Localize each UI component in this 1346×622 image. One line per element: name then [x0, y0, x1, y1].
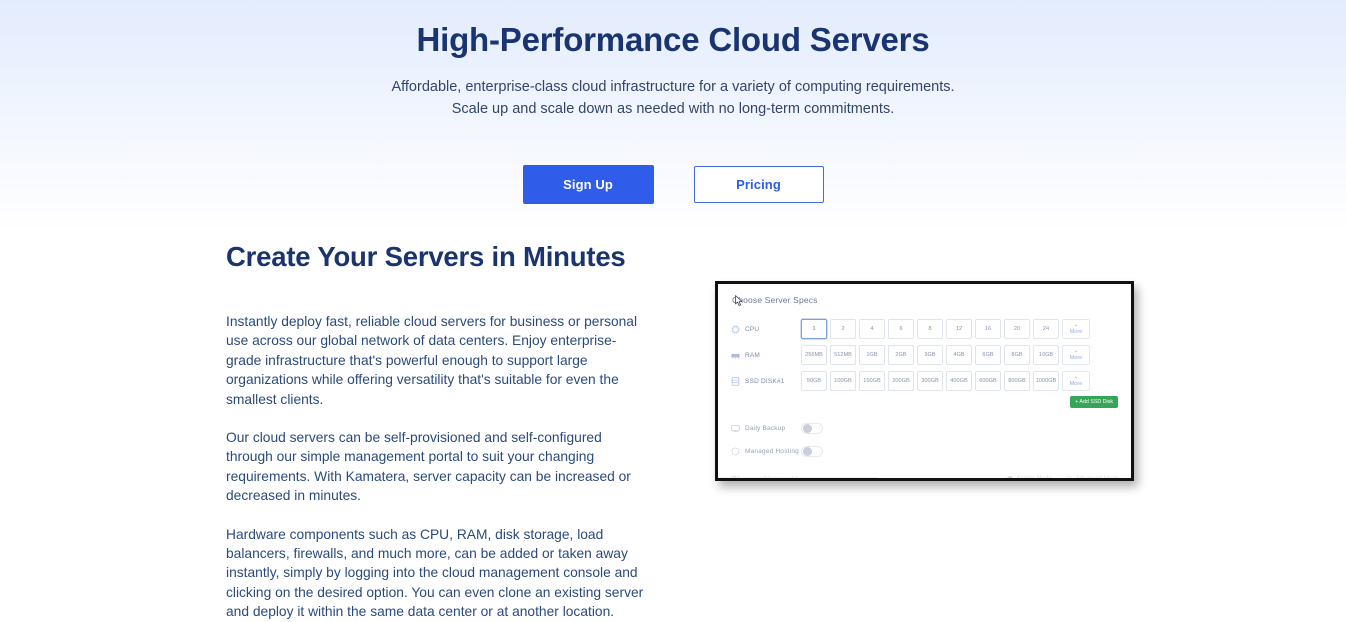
ram-options: 256MB 512MB 1GB 2GB 3GB 4GB 6GB 8GB 10GB…	[801, 345, 1090, 365]
ssd-option-600gb[interactable]: 600GB	[975, 371, 1001, 391]
section-title: Create Your Servers in Minutes	[226, 241, 626, 272]
disk-icon	[731, 376, 740, 386]
ssd-option-400gb[interactable]: 400GB	[946, 371, 972, 391]
cpu-options: 1 2 4 6 8 12 16 20 24 + More	[735, 295, 1090, 339]
spec-row-ram: RAM 256MB 512MB 1GB 2GB 3GB 4GB 6GB 8GB …	[731, 344, 1119, 366]
ram-more-label: More	[1069, 355, 1083, 361]
ram-option-8gb[interactable]: 8GB	[1004, 345, 1030, 365]
ssd-options: 50GB 100GB 150GB 200GB 300GB 400GB 600GB…	[801, 371, 1090, 391]
toggle-knob	[802, 447, 812, 456]
ram-option-1gb[interactable]: 1GB	[859, 345, 885, 365]
ssd-option-50gb[interactable]: 50GB	[801, 371, 827, 391]
pricing-button[interactable]: Pricing	[693, 166, 824, 203]
ssd-more-button[interactable]: + More	[1062, 371, 1090, 391]
radio-advanced-mode[interactable]: Advanced Mode	[1065, 476, 1119, 481]
spec-row-ssd-disk: SSD DISK#1 50GB 100GB 150GB 200GB 300GB …	[731, 370, 1119, 392]
cpu-option-2[interactable]: 2	[830, 319, 856, 339]
daily-backup-toggle[interactable]	[801, 422, 823, 434]
content-section: Create Your Servers in Minutes Instantly…	[0, 240, 1346, 622]
add-disk-row: + Add SSD Disk	[731, 396, 1119, 408]
ram-option-3gb[interactable]: 3GB	[917, 345, 943, 365]
cpu-chip-icon	[731, 325, 740, 334]
cpu-option-16[interactable]: 16	[975, 319, 1001, 339]
hero-subtitle-line-2: Scale up and scale down as needed with n…	[451, 101, 895, 117]
hero-section: High-Performance Cloud Servers Affordabl…	[0, 0, 1346, 204]
cpu-option-24[interactable]: 24	[1033, 319, 1059, 339]
add-ssd-disk-button[interactable]: + Add SSD Disk	[1070, 396, 1118, 408]
radio-label-advanced-mode: Advanced Mode	[1075, 476, 1119, 481]
managed-hosting-icon	[731, 446, 740, 456]
options-toggles: Daily Backup Managed Hosting	[731, 418, 1119, 461]
toggle-row-managed-hosting: Managed Hosting	[731, 441, 1119, 461]
cpu-option-4[interactable]: 4	[859, 319, 885, 339]
cpu-option-6[interactable]: 6	[888, 319, 914, 339]
spec-label-text-ram: RAM	[745, 351, 761, 359]
ssd-option-1000gb[interactable]: 1000GB	[1033, 371, 1059, 391]
ram-option-10gb[interactable]: 10GB	[1033, 345, 1059, 365]
toggle-row-daily-backup: Daily Backup	[731, 418, 1119, 438]
radio-dot-icon	[1006, 476, 1013, 478]
ssd-option-200gb[interactable]: 200GB	[888, 371, 914, 391]
ssd-option-300gb[interactable]: 300GB	[917, 371, 943, 391]
sign-up-button[interactable]: Sign Up	[522, 165, 654, 204]
ssd-option-800gb[interactable]: 800GB	[1004, 371, 1030, 391]
networking-mode-radios: Simple Mode Advanced Mode	[1006, 476, 1119, 481]
hero-subtitle: Affordable, enterprise-class cloud infra…	[0, 76, 1346, 120]
hero-actions: Sign Up Pricing	[0, 165, 1346, 204]
spec-label-cpu: CPU	[731, 325, 801, 334]
cpu-option-20[interactable]: 20	[1004, 319, 1030, 339]
backup-icon	[731, 424, 740, 433]
ram-option-4gb[interactable]: 4GB	[946, 345, 972, 365]
ram-option-256mb[interactable]: 256MB	[801, 345, 827, 365]
content-text-column: Instantly deploy fast, reliable cloud se…	[226, 312, 646, 622]
spec-label-text-ssd: SSD DISK#1	[745, 377, 785, 385]
panel-bottom-divider	[718, 477, 878, 478]
spec-row-cpu: CPU 1 2 4 6 8 12 16 20 24 + More	[731, 295, 1119, 340]
radio-simple-mode[interactable]: Simple Mode	[1006, 476, 1052, 481]
spec-label-ssd-disk: SSD DISK#1	[731, 376, 801, 386]
toggle-knob	[802, 424, 812, 433]
cpu-more-label: More	[1069, 329, 1083, 335]
ram-more-button[interactable]: + More	[1062, 345, 1090, 365]
ssd-option-150gb[interactable]: 150GB	[859, 371, 885, 391]
cpu-option-12[interactable]: 12	[946, 319, 972, 339]
cpu-option-1[interactable]: 1	[801, 319, 827, 339]
ssd-option-100gb[interactable]: 100GB	[830, 371, 856, 391]
radio-dot-icon	[1065, 476, 1072, 478]
spec-label-text-cpu: CPU	[745, 325, 760, 333]
paragraph-3: Hardware components such as CPU, RAM, di…	[226, 526, 644, 620]
choose-server-specs-title: Choose Server Specs	[732, 295, 818, 305]
radio-label-simple-mode: Simple Mode	[1016, 476, 1052, 481]
spec-label-ram: RAM	[731, 351, 801, 360]
ram-option-6gb[interactable]: 6GB	[975, 345, 1001, 365]
server-spec-panel: Choose Server Specs CPU 1 2 4 6 8 12 16 …	[718, 284, 1131, 478]
cpu-option-8[interactable]: 8	[917, 319, 943, 339]
toggle-text-managed-hosting: Managed Hosting	[745, 447, 799, 455]
toggle-label-managed-hosting: Managed Hosting	[731, 446, 801, 456]
memory-stick-icon	[731, 351, 740, 360]
paragraph-2: Our cloud servers can be self-provisione…	[226, 430, 631, 504]
cpu-more-button[interactable]: + More	[1062, 319, 1090, 339]
managed-hosting-toggle[interactable]	[801, 445, 823, 457]
page-title: High-Performance Cloud Servers	[416, 21, 930, 58]
screenshot-frame: Choose Server Specs CPU 1 2 4 6 8 12 16 …	[715, 281, 1134, 481]
toggle-label-daily-backup: Daily Backup	[731, 424, 801, 433]
toggle-text-daily-backup: Daily Backup	[745, 424, 786, 432]
ram-option-512mb[interactable]: 512MB	[830, 345, 856, 365]
product-screenshot: Choose Server Specs CPU 1 2 4 6 8 12 16 …	[715, 281, 1134, 481]
page-root: High-Performance Cloud Servers Affordabl…	[0, 0, 1346, 622]
hero-subtitle-line-1: Affordable, enterprise-class cloud infra…	[391, 79, 955, 95]
paragraph-1: Instantly deploy fast, reliable cloud se…	[226, 314, 638, 407]
ram-option-2gb[interactable]: 2GB	[888, 345, 914, 365]
ssd-more-label: More	[1069, 381, 1083, 387]
